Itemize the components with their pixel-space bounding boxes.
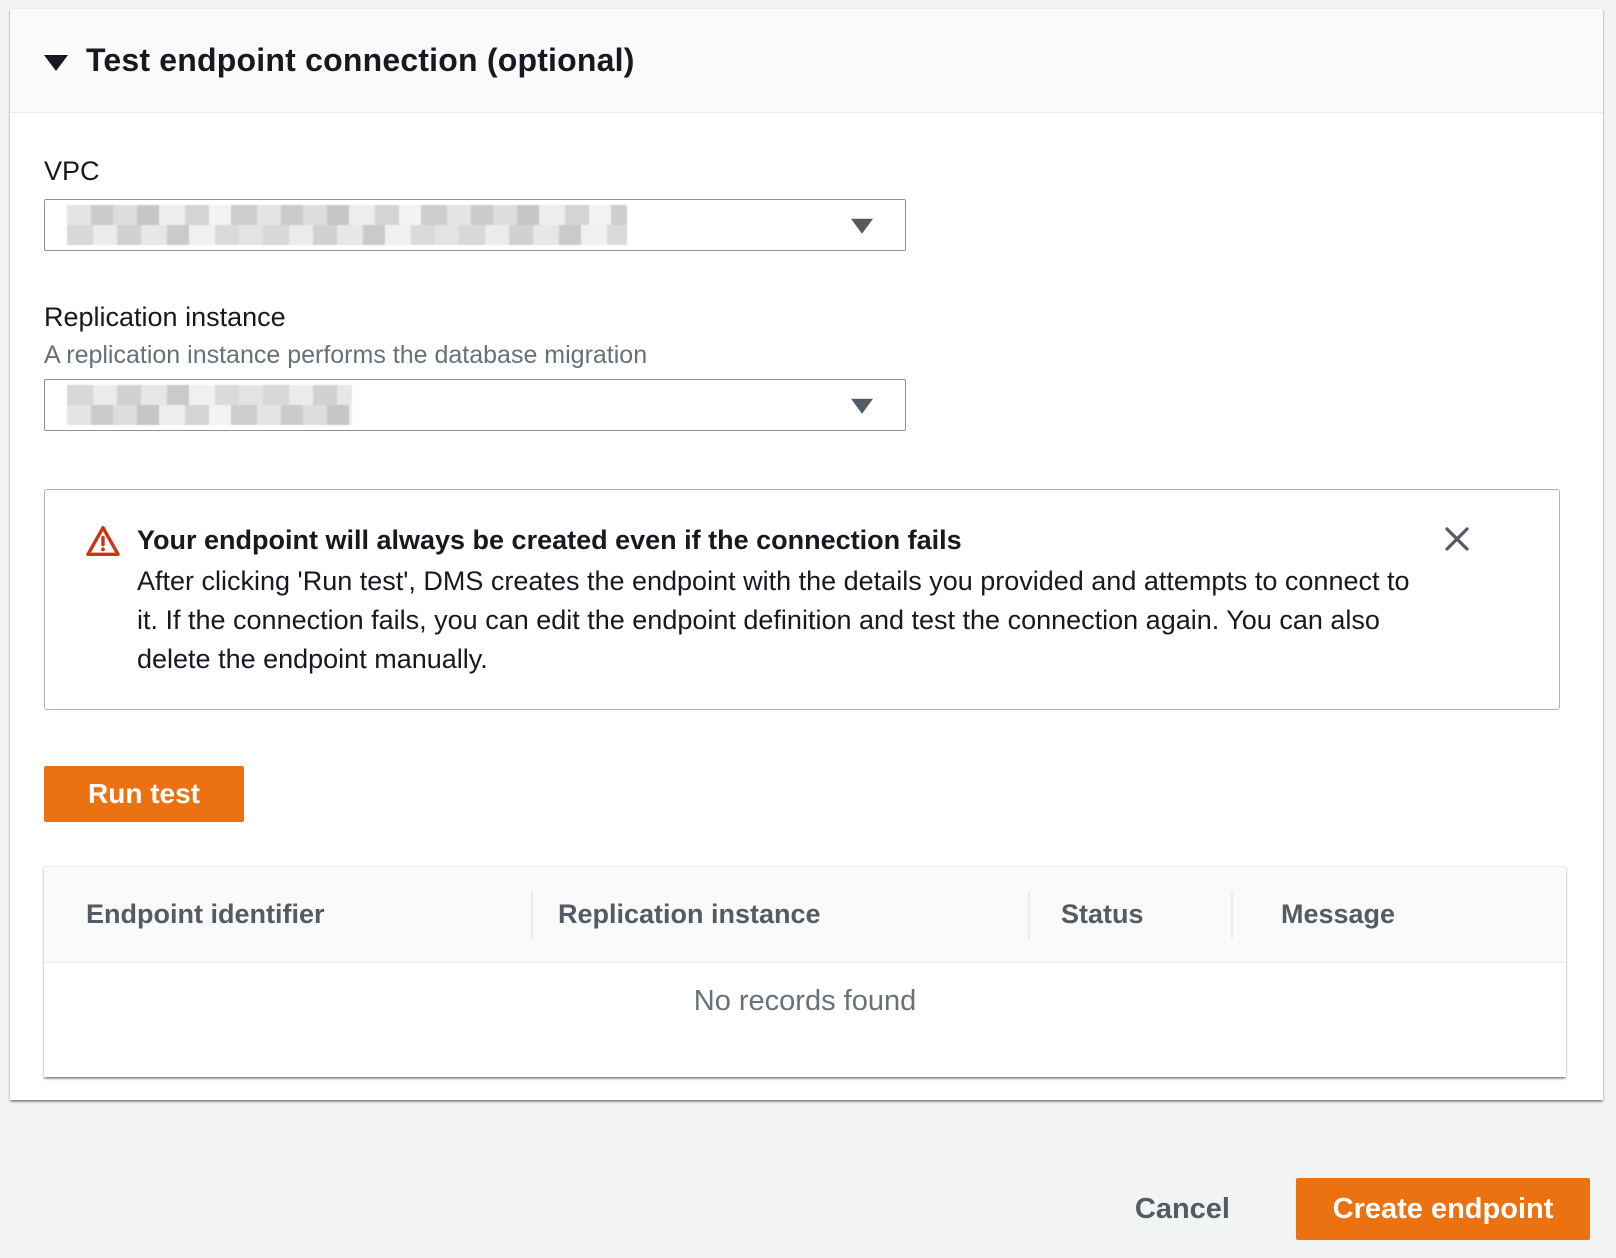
alert-text-block: Your endpoint will always be created eve…	[137, 520, 1432, 679]
table-header-row: Endpoint identifier Replication instance…	[44, 867, 1566, 963]
footer-actions: Cancel Create endpoint	[1129, 1178, 1590, 1240]
replication-instance-description: A replication instance performs the data…	[44, 339, 1569, 371]
column-header-message: Message	[1231, 867, 1566, 962]
empty-state-message: No records found	[44, 963, 1566, 1077]
vpc-label: VPC	[44, 153, 1569, 189]
run-test-button[interactable]: Run test	[44, 766, 244, 822]
warning-alert: Your endpoint will always be created eve…	[44, 489, 1560, 710]
section-body: VPC Replication instance A replication i…	[10, 113, 1603, 1077]
test-endpoint-section-card: Test endpoint connection (optional) VPC …	[10, 8, 1603, 1100]
section-header[interactable]: Test endpoint connection (optional)	[10, 9, 1603, 113]
close-icon[interactable]	[1439, 522, 1475, 558]
column-header-replication-instance: Replication instance	[531, 867, 1028, 962]
collapse-triangle-icon[interactable]	[44, 55, 68, 71]
column-header-endpoint-identifier: Endpoint identifier	[44, 867, 531, 962]
vpc-selected-value-redacted	[67, 205, 627, 245]
vpc-select[interactable]	[44, 199, 906, 251]
alert-title: Your endpoint will always be created eve…	[137, 520, 1432, 560]
column-header-status: Status	[1028, 867, 1231, 962]
alert-body: After clicking 'Run test', DMS creates t…	[137, 562, 1432, 679]
replication-instance-selected-value-redacted	[67, 385, 352, 425]
replication-instance-label: Replication instance	[44, 299, 1569, 335]
replication-instance-select[interactable]	[44, 379, 906, 431]
section-title: Test endpoint connection (optional)	[86, 42, 635, 79]
test-results-table: Endpoint identifier Replication instance…	[44, 866, 1566, 1077]
create-endpoint-button[interactable]: Create endpoint	[1296, 1178, 1590, 1240]
warning-triangle-icon	[85, 524, 121, 558]
cancel-button[interactable]: Cancel	[1129, 1192, 1236, 1227]
